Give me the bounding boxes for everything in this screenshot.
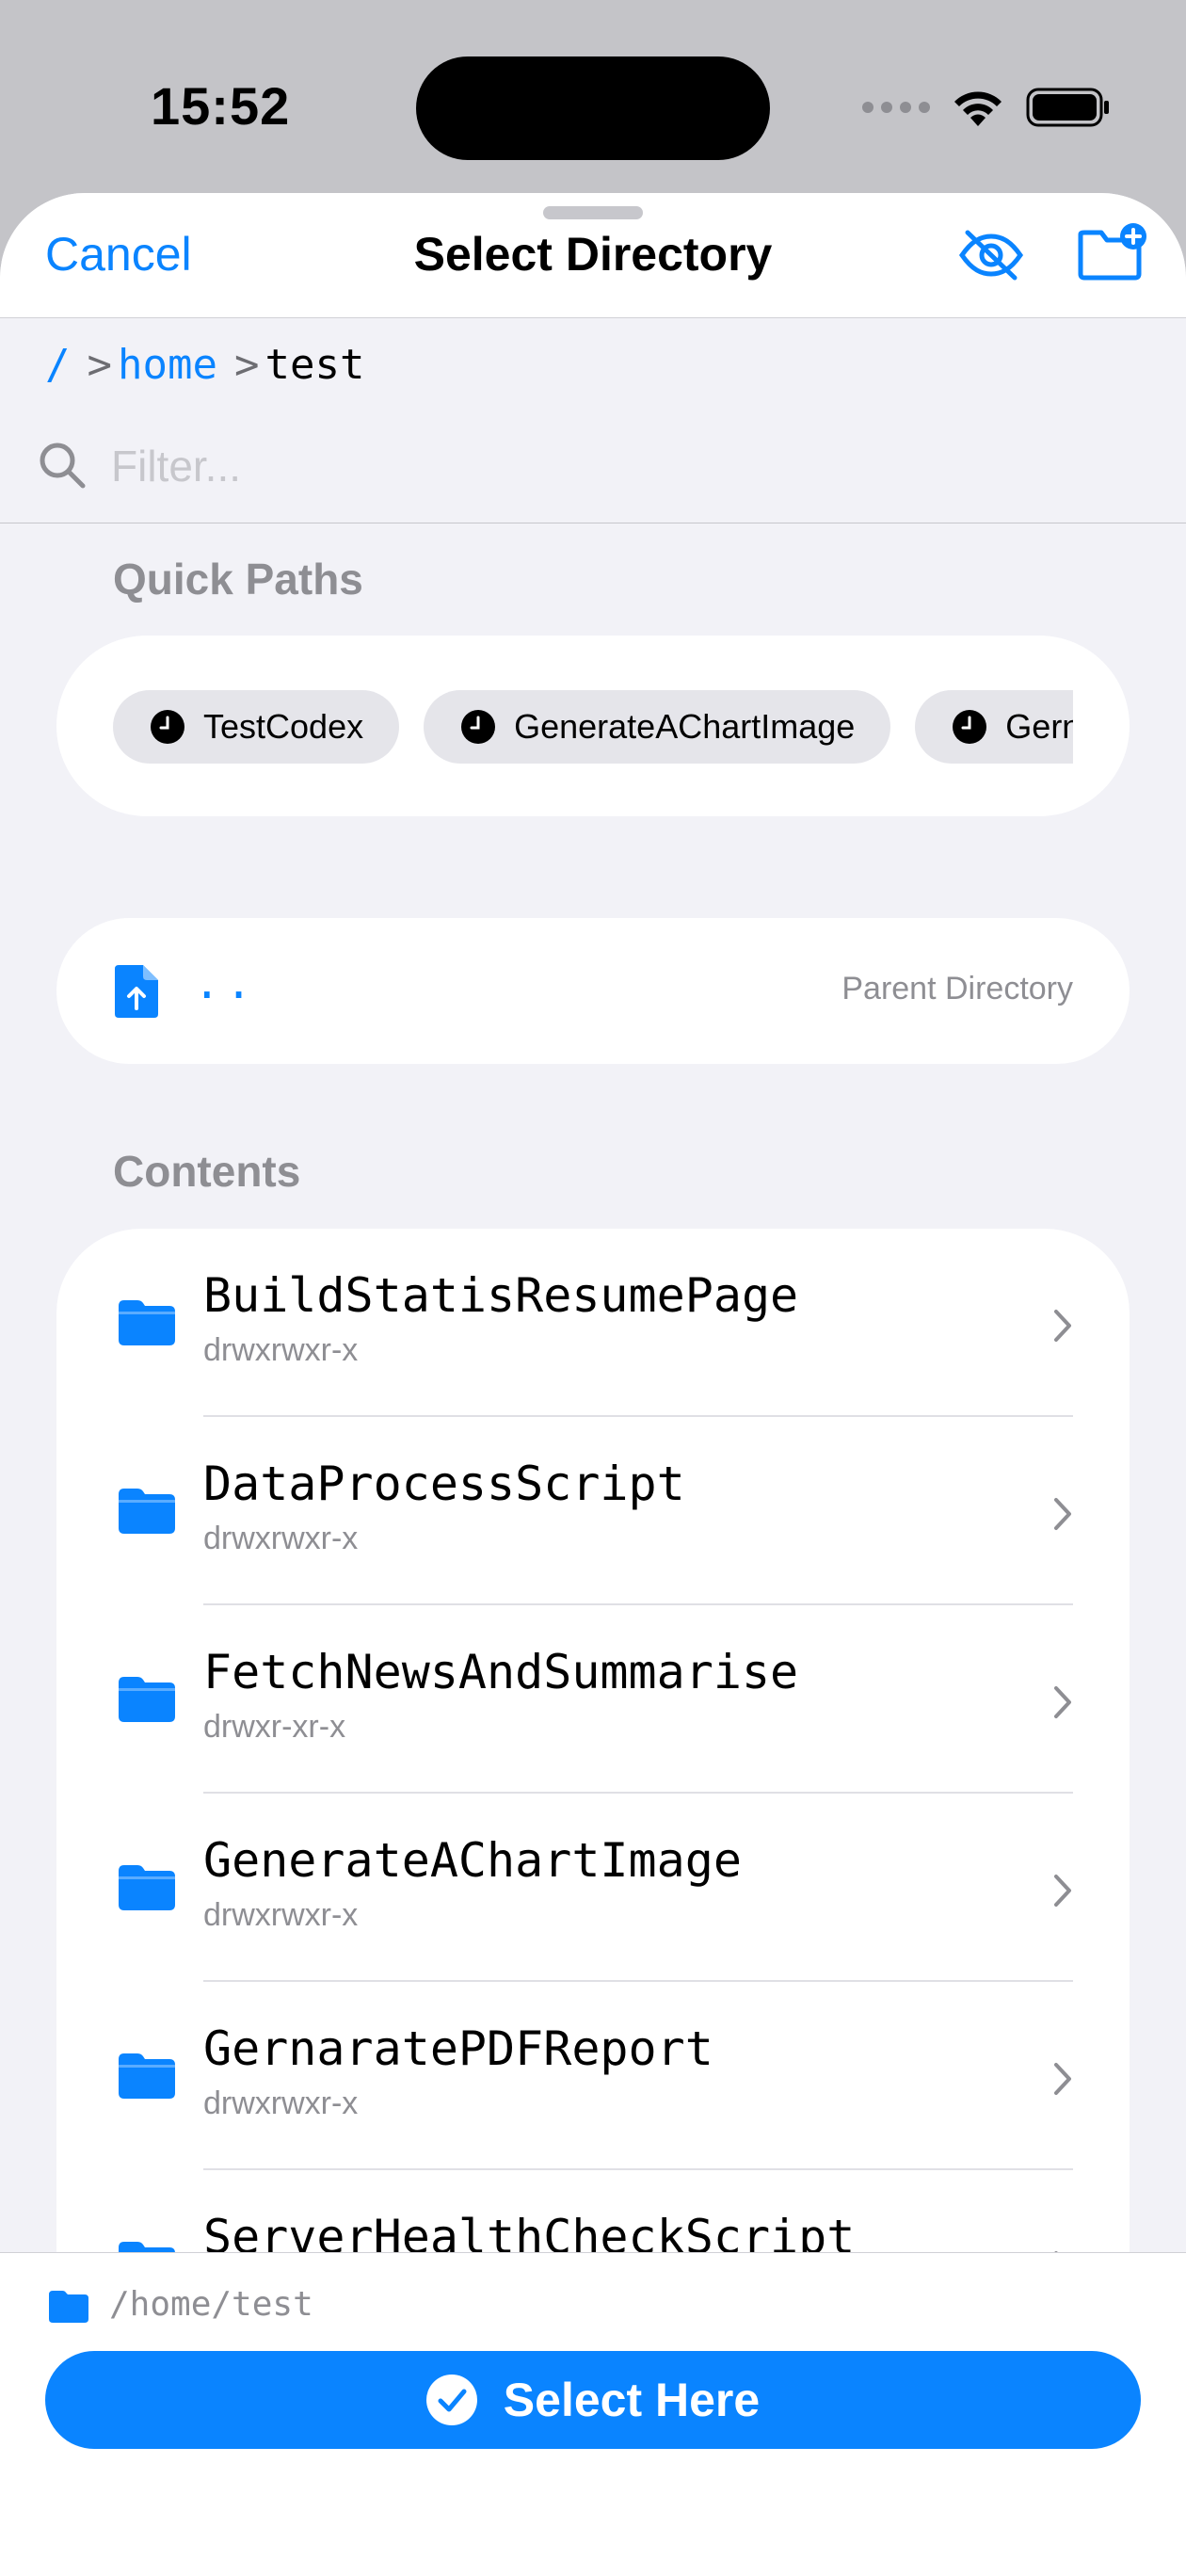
status-time: 15:52 bbox=[151, 76, 291, 136]
contents-list: BuildStatisResumePage drwxrwxr-x DataPro… bbox=[56, 1229, 1130, 2264]
chevron-right-icon bbox=[1054, 1498, 1071, 1530]
select-here-label: Select Here bbox=[503, 2374, 761, 2426]
contents-header: Contents bbox=[113, 1147, 301, 1196]
breadcrumb-root[interactable]: / bbox=[45, 341, 71, 389]
directory-row[interactable]: GenerateAChartImage drwxrwxr-x bbox=[56, 1794, 1130, 1982]
chevron-right-icon: > bbox=[233, 340, 260, 389]
directory-row[interactable]: FetchNewsAndSummarise drwxr-xr-x bbox=[56, 1605, 1130, 1794]
eye-slash-icon[interactable] bbox=[956, 227, 1026, 283]
clock-icon bbox=[151, 710, 184, 744]
quick-paths-card: TestCodex GenerateAChartImage GernarateP… bbox=[56, 636, 1130, 816]
doc-arrow-up-icon bbox=[115, 965, 158, 1018]
status-icons bbox=[862, 83, 1111, 132]
status-bar: 15:52 bbox=[0, 0, 1186, 188]
checkmark-circle-icon bbox=[425, 2375, 477, 2425]
clock-icon bbox=[461, 710, 496, 744]
parent-directory-label: Parent Directory bbox=[841, 971, 1073, 1006]
breadcrumb: / > home > test bbox=[0, 318, 1186, 411]
directory-permissions: drwxrwxr-x bbox=[203, 1897, 359, 1933]
parent-directory-row[interactable]: .. Parent Directory bbox=[56, 918, 1130, 1064]
chevron-right-icon bbox=[1054, 1310, 1071, 1342]
folder-icon bbox=[119, 1677, 175, 1722]
chevron-right-icon bbox=[1054, 1686, 1071, 1718]
select-here-button[interactable]: Select Here bbox=[45, 2351, 1141, 2449]
wifi-icon bbox=[951, 87, 1005, 128]
parent-directory-name: .. bbox=[194, 958, 258, 1008]
quick-path-label: TestCodex bbox=[203, 707, 364, 746]
directory-permissions: drwxrwxr-x bbox=[203, 1332, 359, 1368]
directory-name: DataProcessScript bbox=[203, 1457, 685, 1511]
selected-path: /home/test bbox=[109, 2285, 313, 2324]
breadcrumb-home[interactable]: home bbox=[118, 341, 217, 389]
quick-path-chip[interactable]: TestCodex bbox=[113, 690, 400, 764]
sheet-grabber[interactable] bbox=[543, 206, 643, 219]
bottom-bar: /home/test Select Here bbox=[0, 2252, 1186, 2576]
directory-permissions: drwxrwxr-x bbox=[203, 1521, 359, 1556]
chevron-right-icon bbox=[1054, 2063, 1071, 2095]
quick-paths-header: Quick Paths bbox=[113, 555, 363, 604]
select-directory-sheet: Cancel Select Directory / > home > test bbox=[0, 193, 1186, 2576]
filter-bar bbox=[0, 411, 1186, 523]
quick-path-label: GernaratePDFReport bbox=[1005, 707, 1073, 746]
directory-name: GernaratePDFReport bbox=[203, 2021, 713, 2076]
filter-input[interactable] bbox=[111, 435, 1109, 497]
quick-path-label: GenerateAChartImage bbox=[514, 707, 856, 746]
folder-badge-plus-icon[interactable] bbox=[1077, 221, 1146, 282]
breadcrumb-current: test bbox=[264, 340, 365, 389]
directory-row[interactable]: ServerHealthCheckScript drwxrwxr-x bbox=[56, 2170, 1130, 2264]
quick-path-chip[interactable]: GernaratePDFReport bbox=[915, 690, 1073, 764]
dynamic-island bbox=[416, 56, 770, 160]
folder-icon bbox=[119, 1300, 175, 1345]
folder-icon bbox=[119, 2053, 175, 2099]
directory-permissions: drwxrwxr-x bbox=[203, 2085, 359, 2121]
directory-name: GenerateAChartImage bbox=[203, 1833, 742, 1888]
directory-row[interactable]: GernaratePDFReport drwxrwxr-x bbox=[56, 1982, 1130, 2170]
magnifying-glass-icon bbox=[40, 443, 86, 489]
chevron-right-icon bbox=[1054, 1875, 1071, 1907]
navigation-bar: Cancel Select Directory bbox=[0, 193, 1186, 318]
directory-row[interactable]: BuildStatisResumePage drwxrwxr-x bbox=[56, 1229, 1130, 1417]
directory-name: BuildStatisResumePage bbox=[203, 1268, 799, 1323]
chevron-right-icon: > bbox=[87, 340, 113, 389]
clock-icon bbox=[953, 710, 987, 744]
directory-row[interactable]: DataProcessScript drwxrwxr-x bbox=[56, 1417, 1130, 1605]
folder-icon bbox=[49, 2291, 88, 2323]
folder-icon bbox=[119, 1489, 175, 1534]
quick-paths-list: TestCodex GenerateAChartImage GernarateP… bbox=[113, 690, 1073, 764]
directory-name: FetchNewsAndSummarise bbox=[203, 1645, 799, 1699]
quick-path-chip[interactable]: GenerateAChartImage bbox=[424, 690, 891, 764]
battery-icon bbox=[1026, 87, 1111, 128]
cellular-signal-icon bbox=[862, 102, 930, 113]
folder-icon bbox=[119, 1865, 175, 1910]
directory-permissions: drwxr-xr-x bbox=[203, 1709, 346, 1745]
